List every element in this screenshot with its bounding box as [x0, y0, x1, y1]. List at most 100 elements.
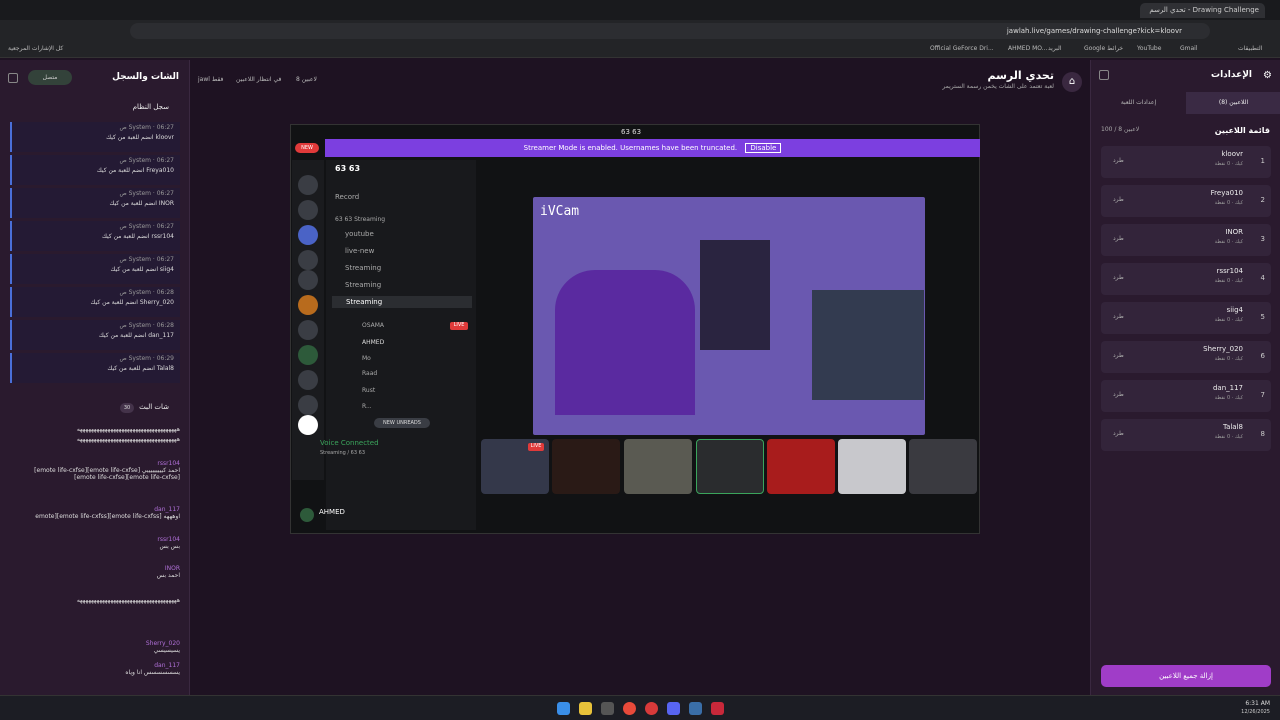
- member[interactable]: Mo: [362, 355, 371, 362]
- tab-game-settings[interactable]: إعدادات اللعبة: [1091, 92, 1186, 114]
- chat-text: ههههههههههههههههههههههههههههههههههههه: [76, 426, 180, 433]
- app-icon[interactable]: [601, 702, 614, 715]
- windows-start-icon[interactable]: [557, 702, 570, 715]
- bookmark-maps[interactable]: Google خرائط: [1084, 45, 1123, 52]
- system-log-item: System · 06:27 ص kloovr انضم للعبة من كيك: [10, 122, 180, 152]
- server-icon[interactable]: [298, 250, 318, 270]
- server-icon[interactable]: [298, 345, 318, 365]
- video-tile[interactable]: [624, 439, 692, 494]
- server-icon[interactable]: [298, 370, 318, 390]
- channel-streaming[interactable]: Streaming: [345, 264, 381, 272]
- chat-username[interactable]: dan_117: [20, 506, 180, 513]
- collapse-icon[interactable]: [8, 73, 18, 83]
- channel-record[interactable]: Record: [335, 193, 359, 201]
- server-icon[interactable]: [298, 415, 318, 435]
- video-tile[interactable]: [838, 439, 906, 494]
- player-points: كيك · 0 نقطة: [1214, 161, 1243, 167]
- server-icon[interactable]: [298, 395, 318, 415]
- log-meta: System · 06:29 ص: [119, 355, 174, 362]
- app-icon[interactable]: [689, 702, 702, 715]
- kick-button[interactable]: طرد: [1113, 157, 1124, 164]
- member[interactable]: AHMED: [362, 339, 384, 346]
- discord-icon[interactable]: [667, 702, 680, 715]
- player-row: 5 siig4 كيك · 0 نقطة طرد: [1101, 302, 1271, 334]
- live-badge: LIVE: [450, 322, 468, 330]
- player-name: dan_117: [1212, 384, 1243, 392]
- chat-username[interactable]: rssr104: [20, 536, 180, 543]
- kick-button[interactable]: طرد: [1113, 391, 1124, 398]
- server-icon[interactable]: [298, 200, 318, 220]
- settings-gear-icon: ⚙: [1263, 70, 1272, 81]
- log-meta: System · 06:27 ص: [119, 157, 174, 164]
- collapse-icon[interactable]: [1099, 70, 1109, 80]
- kick-button[interactable]: طرد: [1113, 274, 1124, 281]
- bookmark-ahmed[interactable]: AHMED MO...: [1008, 45, 1048, 52]
- player-rank: 1: [1260, 157, 1265, 165]
- tab-players[interactable]: اللاعبين (8): [1186, 92, 1280, 114]
- bookmark-mail[interactable]: البريد: [1048, 45, 1061, 52]
- streamer-mode-banner: Streamer Mode is enabled. Usernames have…: [325, 139, 980, 157]
- log-meta: System · 06:28 ص: [119, 322, 174, 329]
- bookmark-geforce[interactable]: Official GeForce Dri...: [930, 45, 994, 52]
- chat-username[interactable]: Sherry_020: [20, 640, 180, 647]
- app-icon[interactable]: [711, 702, 724, 715]
- player-points: كيك · 0 نقطة: [1214, 317, 1243, 323]
- member[interactable]: OSAMA: [362, 322, 384, 329]
- kick-button[interactable]: طرد: [1113, 235, 1124, 242]
- system-log-item: System · 06:27 ص rssr104 انضم للعبة من كي…: [10, 221, 180, 251]
- remove-all-players-button[interactable]: إزالة جميع اللاعبين: [1101, 665, 1271, 687]
- player-name: rssr104: [1216, 267, 1243, 275]
- log-meta: System · 06:28 ص: [119, 289, 174, 296]
- player-count: 8 لاعبين: [296, 76, 317, 83]
- member[interactable]: R...: [362, 403, 372, 410]
- chrome-icon[interactable]: [623, 702, 636, 715]
- all-bookmarks[interactable]: كل الإشارات المرجعية: [8, 45, 63, 52]
- bookmark-apps[interactable]: التطبيقات: [1238, 45, 1262, 52]
- bookmark-gmail[interactable]: Gmail: [1180, 45, 1198, 52]
- video-tile[interactable]: [909, 439, 977, 494]
- player-rank: 6: [1260, 352, 1265, 360]
- channel-streaming[interactable]: Streaming: [345, 281, 381, 289]
- chat-username[interactable]: rssr104: [20, 460, 180, 467]
- chat-username[interactable]: INOR: [20, 565, 180, 572]
- chat-username[interactable]: dan_117: [20, 662, 180, 669]
- server-icon[interactable]: [298, 295, 318, 315]
- address-bar[interactable]: jawlah.live/games/drawing-challenge?kick…: [130, 23, 1210, 39]
- channel-youtube[interactable]: youtube: [345, 230, 374, 238]
- voice-channel: Streaming / 63 63: [320, 450, 365, 456]
- new-unreads-pill[interactable]: NEW UNREADS: [374, 418, 430, 428]
- file-explorer-icon[interactable]: [579, 702, 592, 715]
- channel-category: 63 63 Streaming: [335, 216, 386, 223]
- chat-text: ههههههههههههههههههههههههههههههههههههه: [76, 597, 180, 604]
- poster-image: [700, 240, 770, 350]
- video-tile[interactable]: [552, 439, 620, 494]
- kick-button[interactable]: طرد: [1113, 196, 1124, 203]
- player-points: كيك · 0 نقطة: [1214, 278, 1243, 284]
- browser-tab[interactable]: Drawing Challenge - تحدي الرسم: [1140, 3, 1265, 18]
- bookmark-youtube[interactable]: YouTube: [1137, 45, 1161, 52]
- server-icon[interactable]: [298, 320, 318, 340]
- player-points: كيك · 0 نقطة: [1214, 200, 1243, 206]
- video-tile[interactable]: [696, 439, 764, 494]
- clock-time[interactable]: 6:31 AM: [1230, 700, 1270, 707]
- channel-live-new[interactable]: live-new: [345, 247, 374, 255]
- server-name[interactable]: 63 63: [335, 164, 360, 173]
- avatar[interactable]: [300, 508, 314, 522]
- server-icon[interactable]: [298, 225, 318, 245]
- kick-button[interactable]: طرد: [1113, 313, 1124, 320]
- kick-button[interactable]: طرد: [1113, 430, 1124, 437]
- chat-message: ههههههههههههههههههههههههههههههههههههه: [20, 426, 180, 433]
- member[interactable]: Raad: [362, 370, 377, 377]
- disable-button[interactable]: Disable: [745, 143, 782, 153]
- home-icon[interactable]: ⌂: [1062, 72, 1082, 92]
- channel-streaming-active[interactable]: Streaming: [332, 296, 472, 308]
- server-icon[interactable]: [298, 270, 318, 290]
- system-log-title: سجل النظام: [132, 103, 169, 111]
- live-badge: LIVE: [528, 443, 544, 451]
- video-tile[interactable]: [767, 439, 835, 494]
- player-row: 7 dan_117 كيك · 0 نقطة طرد: [1101, 380, 1271, 412]
- server-icon[interactable]: [298, 175, 318, 195]
- member[interactable]: Rust: [362, 387, 375, 394]
- kick-button[interactable]: طرد: [1113, 352, 1124, 359]
- app-icon[interactable]: [645, 702, 658, 715]
